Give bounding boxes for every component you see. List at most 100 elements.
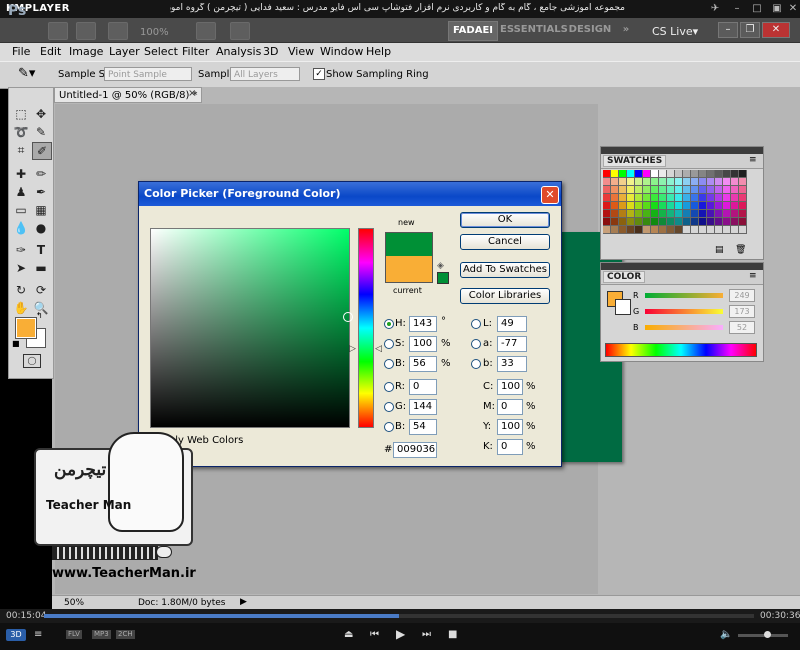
radio-s[interactable] [384, 339, 394, 349]
swatch-cell[interactable] [723, 218, 731, 226]
swatch-cell[interactable] [715, 194, 723, 202]
swatch-cell[interactable] [603, 170, 611, 178]
swatch-cell[interactable] [619, 194, 627, 202]
crop-tool-icon[interactable]: ⌗ [12, 142, 30, 158]
swatch-cell[interactable] [611, 218, 619, 226]
swatch-cell[interactable] [683, 170, 691, 178]
swatch-cell[interactable] [667, 218, 675, 226]
swatch-cell[interactable] [715, 210, 723, 218]
red-slider[interactable] [645, 293, 723, 298]
swatch-cell[interactable] [659, 210, 667, 218]
menu-icon[interactable]: ≡ [34, 629, 42, 640]
swatch-cell[interactable] [739, 226, 747, 234]
delete-swatch-icon[interactable]: 🗑 [735, 245, 746, 255]
arrange-docs-icon[interactable] [196, 22, 216, 40]
swatch-cell[interactable] [643, 170, 651, 178]
swatch-cell[interactable] [603, 210, 611, 218]
menu-analysis[interactable]: Analysis [216, 45, 261, 58]
swatch-cell[interactable] [683, 210, 691, 218]
swatch-cell[interactable] [627, 186, 635, 194]
move-tool-icon[interactable]: ✥ [32, 106, 50, 122]
hex-input[interactable]: 009036 [393, 442, 437, 458]
swatch-cell[interactable] [659, 186, 667, 194]
swatch-cell[interactable] [611, 186, 619, 194]
radio-h[interactable] [384, 319, 394, 329]
swatch-cell[interactable] [683, 226, 691, 234]
mini-bridge-icon[interactable] [76, 22, 96, 40]
swatch-cell[interactable] [739, 218, 747, 226]
swatch-cell[interactable] [651, 178, 659, 186]
swatch-cell[interactable] [699, 226, 707, 234]
workspace-essentials[interactable]: ESSENTIALS [500, 21, 568, 39]
swatch-cell[interactable] [667, 170, 675, 178]
eyedropper-tool-icon[interactable]: ✐ [32, 142, 52, 160]
eject-icon[interactable]: ⏏ [344, 629, 353, 640]
color-field-marker[interactable] [343, 312, 353, 322]
swatch-cell[interactable] [659, 202, 667, 210]
swatch-cell[interactable] [619, 202, 627, 210]
input-r[interactable]: 0 [409, 379, 437, 395]
swatch-cell[interactable] [715, 170, 723, 178]
swatch-cell[interactable] [651, 186, 659, 194]
swatch-cell[interactable] [667, 194, 675, 202]
swatch-cell[interactable] [627, 202, 635, 210]
swatch-cell[interactable] [691, 226, 699, 234]
document-close-icon[interactable]: × [188, 88, 196, 99]
swatch-cell[interactable] [675, 170, 683, 178]
swatch-cell[interactable] [619, 218, 627, 226]
view-extras-icon[interactable] [108, 22, 128, 40]
zoom-level[interactable]: 100% [140, 27, 200, 41]
color-b-value[interactable]: 52 [729, 321, 755, 334]
radio-l[interactable] [471, 319, 481, 329]
swatch-cell[interactable] [707, 170, 715, 178]
swatch-cell[interactable] [651, 170, 659, 178]
swatch-cell[interactable] [627, 218, 635, 226]
radio-r[interactable] [384, 382, 394, 392]
volume-knob[interactable] [764, 631, 771, 638]
ok-button[interactable]: OK [460, 212, 550, 228]
hue-arrow-right-icon[interactable]: ◁ [375, 344, 382, 354]
swatch-cell[interactable] [611, 178, 619, 186]
swatch-cell[interactable] [659, 226, 667, 234]
swatch-cell[interactable] [603, 186, 611, 194]
history-brush-icon[interactable]: ✒ [32, 184, 50, 200]
input-m[interactable]: 0 [497, 399, 523, 415]
input-c[interactable]: 100 [497, 379, 523, 395]
color-libraries-button[interactable]: Color Libraries [460, 288, 550, 304]
radio-blue[interactable] [384, 422, 394, 432]
color-r-value[interactable]: 249 [729, 289, 755, 302]
swatch-cell[interactable] [659, 178, 667, 186]
swatch-cell[interactable] [691, 210, 699, 218]
swatch-cell[interactable] [619, 226, 627, 234]
swatch-cell[interactable] [667, 202, 675, 210]
pin-icon[interactable]: ✈ [708, 2, 722, 16]
swatches-tab[interactable]: SWATCHES [603, 155, 667, 167]
swatch-cell[interactable] [635, 178, 643, 186]
dodge-tool-icon[interactable]: ● [32, 220, 50, 236]
new-swatch-icon[interactable]: ▤ [715, 245, 724, 255]
swatch-cell[interactable] [723, 202, 731, 210]
default-colors-icon[interactable]: ■ [12, 339, 20, 348]
swatch-cell[interactable] [619, 210, 627, 218]
swatch-cell[interactable] [611, 210, 619, 218]
swatch-cell[interactable] [723, 178, 731, 186]
swatch-cell[interactable] [659, 218, 667, 226]
menu-view[interactable]: View [288, 45, 314, 58]
workspace-design[interactable]: DESIGN [568, 21, 612, 39]
swatch-cell[interactable] [675, 226, 683, 234]
swatch-cell[interactable] [619, 178, 627, 186]
swatch-cell[interactable] [603, 202, 611, 210]
swatches-grid[interactable] [603, 170, 751, 242]
swatch-cell[interactable] [723, 170, 731, 178]
swatch-cell[interactable] [731, 226, 739, 234]
swatch-cell[interactable] [707, 210, 715, 218]
cs-live-menu[interactable]: CS Live▾ [652, 25, 698, 38]
swatch-cell[interactable] [675, 218, 683, 226]
more-workspaces-icon[interactable]: » [616, 21, 636, 39]
swatch-cell[interactable] [739, 210, 747, 218]
healing-tool-icon[interactable]: ✚ [12, 166, 30, 182]
pen-tool-icon[interactable]: ✑ [12, 242, 30, 258]
radio-lab-b[interactable] [471, 359, 481, 369]
swatch-cell[interactable] [635, 194, 643, 202]
swatch-cell[interactable] [707, 178, 715, 186]
